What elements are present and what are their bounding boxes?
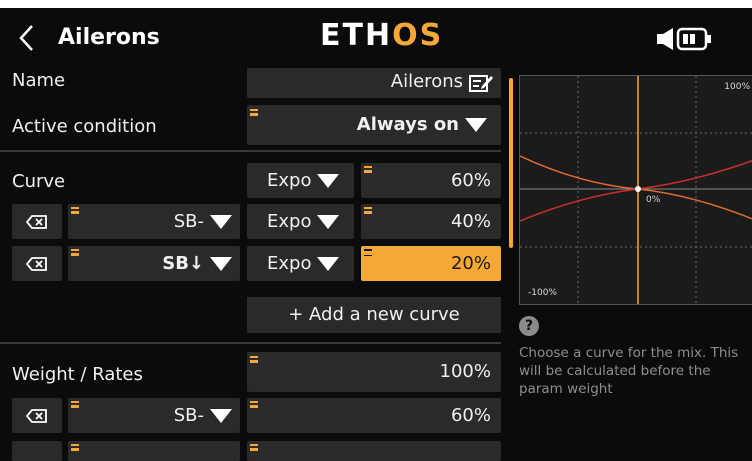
curve-switch-dropdown[interactable]: SB- [68,204,240,239]
name-field[interactable]: Ailerons [247,68,501,98]
curve-type-dropdown[interactable]: Expo [247,246,354,281]
divider [0,342,501,344]
top-strip [0,0,752,8]
dropdown-arrow-icon [210,215,232,229]
brand-main: ETH [320,18,393,53]
edit-marker [364,249,372,256]
name-label: Name [12,70,66,91]
edit-icon [469,75,493,92]
active-condition-dropdown[interactable]: Always on [247,105,501,145]
edit-marker [364,166,372,173]
back-button[interactable] [14,20,38,56]
weight-value-field[interactable]: 100% [247,352,501,392]
curve-value: 60% [450,170,491,191]
dropdown-arrow-icon [465,118,487,132]
delete-icon [26,408,47,423]
curve-value-field-selected[interactable]: 20% [361,246,501,281]
delete-rate-button[interactable] [12,441,62,461]
curve-graph: 100% 0% -100% [519,75,752,305]
add-curve-button[interactable]: + Add a new curve [247,297,501,333]
delete-rate-button[interactable] [12,398,62,433]
scrollbar[interactable] [509,78,513,248]
edit-marker [250,109,258,116]
delete-curve-button[interactable] [12,246,62,281]
edit-marker [71,249,79,256]
rate-value: 60% [450,405,491,426]
chevron-left-icon [19,25,33,51]
curve-label: Curve [12,171,66,192]
curve-value: 20% [450,253,491,274]
graph-min-label: -100% [528,288,557,298]
weight-value: 100% [439,361,491,382]
brand-accent: OS [392,18,444,53]
graph-max-label: 100% [724,82,750,92]
dropdown-arrow-icon [317,257,340,271]
edit-marker [250,356,258,363]
curve-value: 40% [450,211,491,232]
curve-type-dropdown[interactable]: Expo [247,204,354,239]
delete-icon [26,214,47,229]
battery-icon [676,27,711,51]
brand-logo: ETHOS [320,18,443,54]
help-text: Choose a curve for the mix. This will be… [519,345,739,397]
page-title: Ailerons [58,25,160,50]
edit-marker [71,401,79,408]
name-value: Ailerons [390,71,463,92]
rate-switch-dropdown[interactable]: SB- [68,398,240,433]
edit-marker [250,401,258,408]
delete-curve-button[interactable] [12,204,62,239]
rate-switch-dropdown[interactable] [68,441,240,461]
rate-value-field[interactable] [247,441,501,461]
edit-marker [71,207,79,214]
dropdown-arrow-icon [210,257,232,271]
dropdown-arrow-icon [317,174,340,188]
curve-value-field[interactable]: 60% [361,163,501,198]
help-icon: ? [519,316,539,336]
curve-type-value: Expo [267,253,312,274]
weight-label: Weight / Rates [12,364,143,385]
active-condition-value: Always on [356,114,459,135]
curve-value-field[interactable]: 40% [361,204,501,239]
edit-marker [364,207,372,214]
dropdown-arrow-icon [210,409,232,423]
curve-switch-dropdown[interactable]: SB↓ [68,246,240,281]
rate-switch-value: SB- [173,405,204,426]
delete-icon [26,256,47,271]
status-icons [655,26,745,52]
curve-type-value: Expo [267,211,312,232]
curve-type-value: Expo [267,170,312,191]
edit-marker [250,444,258,451]
edit-marker [71,444,79,451]
curve-type-dropdown[interactable]: Expo [247,163,354,198]
divider [0,150,501,152]
curve-switch-value: SB- [173,211,204,232]
rate-value-field[interactable]: 60% [247,398,501,433]
graph-center-label: 0% [646,195,661,205]
speaker-icon [657,28,673,50]
curve-switch-value: SB↓ [162,253,204,274]
active-condition-label: Active condition [12,116,157,137]
dropdown-arrow-icon [317,215,340,229]
